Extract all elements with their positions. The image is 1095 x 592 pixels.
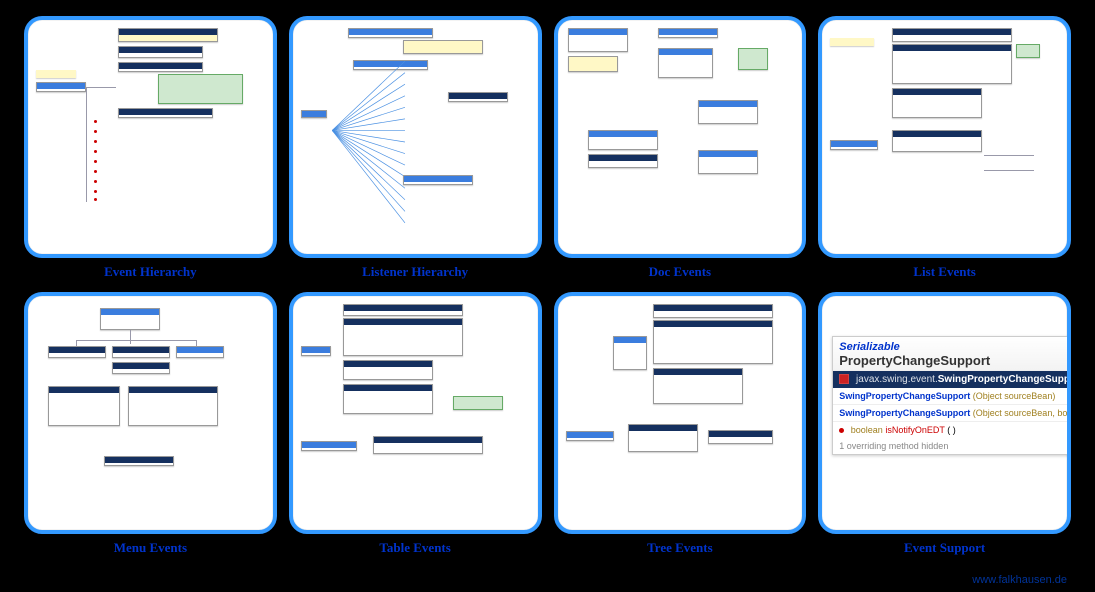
method-type: boolean (851, 425, 883, 435)
cell-table-events: Table Events (289, 292, 542, 556)
caption: Event Support (904, 540, 985, 556)
caption: Event Hierarchy (104, 264, 197, 280)
card-table-events[interactable] (289, 292, 542, 534)
constructor-1: SwingPropertyChangeSupport (Object sourc… (833, 388, 1071, 405)
card-menu-events[interactable] (24, 292, 277, 534)
method-name: isNotifyOnEDT (885, 425, 944, 435)
caption: Listener Hierarchy (362, 264, 468, 280)
footer-link[interactable]: www.falkhausen.de (972, 574, 1067, 586)
ctor1-args: (Object sourceBean) (973, 391, 1056, 401)
caption: Doc Events (649, 264, 711, 280)
ctor2-name: SwingPropertyChangeSupport (839, 408, 970, 418)
cell-event-hierarchy: Event Hierarchy (24, 16, 277, 280)
class-header-bar: javax.swing.event.SwingPropertyChangeSup… (833, 371, 1071, 388)
card-event-support[interactable]: Serializable PropertyChangeSupport javax… (818, 292, 1071, 534)
caption: Table Events (379, 540, 450, 556)
ctor1-name: SwingPropertyChangeSupport (839, 391, 970, 401)
card-list-events[interactable] (818, 16, 1071, 258)
cell-doc-events: Doc Events (554, 16, 807, 280)
diagram-grid: Event Hierarchy (0, 0, 1095, 592)
cell-tree-events: Tree Events (554, 292, 807, 556)
hidden-note: 1 overriding method hidden (833, 438, 1071, 454)
package-prefix: javax.swing.event. (856, 374, 938, 385)
caption: List Events (913, 264, 975, 280)
cell-event-support: Serializable PropertyChangeSupport javax… (818, 292, 1071, 556)
superclass-label: PropertyChangeSupport (839, 353, 1068, 368)
card-listener-hierarchy[interactable] (289, 16, 542, 258)
ctor2-args: (Object sourceBean, boolean notifyOn (973, 408, 1071, 418)
card-doc-events[interactable] (554, 16, 807, 258)
constructor-2: SwingPropertyChangeSupport (Object sourc… (833, 405, 1071, 422)
card-tree-events[interactable] (554, 292, 807, 534)
class-icon (839, 374, 849, 384)
bullet-icon (839, 428, 844, 433)
caption: Tree Events (647, 540, 713, 556)
class-short-name: SwingPropertyChangeSupport (938, 374, 1071, 385)
card-event-hierarchy[interactable] (24, 16, 277, 258)
cell-listener-hierarchy: Listener Hierarchy (289, 16, 542, 280)
interface-label: Serializable (839, 341, 1068, 353)
class-panel: Serializable PropertyChangeSupport javax… (832, 336, 1071, 455)
caption: Menu Events (114, 540, 187, 556)
cell-list-events: List Events (818, 16, 1071, 280)
method-row: boolean isNotifyOnEDT ( ) (833, 422, 1071, 438)
method-args: ( ) (947, 425, 956, 435)
cell-menu-events: Menu Events (24, 292, 277, 556)
